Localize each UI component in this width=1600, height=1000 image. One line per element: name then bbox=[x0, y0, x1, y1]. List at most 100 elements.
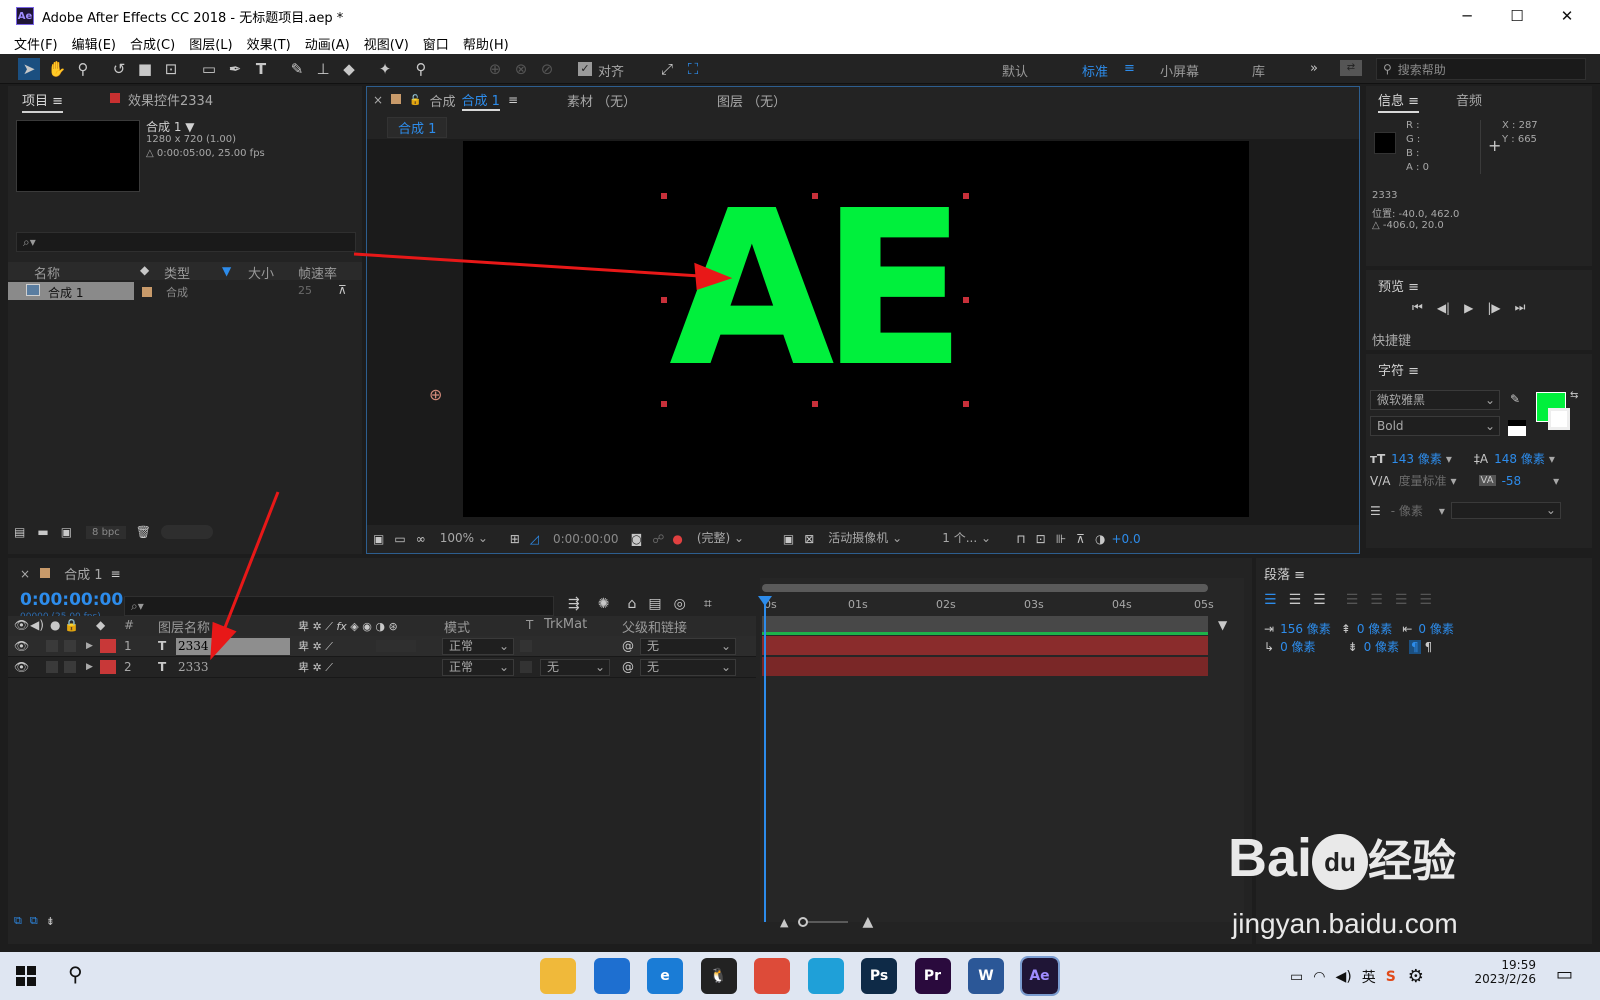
next-frame-icon[interactable]: |▶ bbox=[1487, 301, 1500, 315]
canvas-text-layer[interactable]: AE bbox=[669, 183, 967, 397]
workspace-overflow-icon[interactable]: » bbox=[1310, 61, 1318, 76]
resolution-select[interactable]: (完整) ⌄ bbox=[691, 531, 777, 548]
menu-file[interactable]: 文件(F) bbox=[14, 34, 58, 53]
menu-edit[interactable]: 编辑(E) bbox=[72, 34, 116, 53]
align-center-icon[interactable]: ☰ bbox=[1289, 592, 1302, 608]
viewer-timecode[interactable]: 0:00:00:00 bbox=[553, 532, 619, 546]
shortcuts-label[interactable]: 快捷键 bbox=[1372, 330, 1411, 349]
taskbar-premiere-icon[interactable]: Pr bbox=[914, 958, 951, 994]
chevron-down-icon[interactable]: ▾ bbox=[1549, 452, 1555, 466]
playhead-icon[interactable] bbox=[758, 596, 772, 606]
stroke-width-value[interactable]: - 像素 bbox=[1391, 502, 1423, 519]
transform-handle[interactable] bbox=[661, 401, 667, 407]
kerning-value[interactable]: 度量标准 bbox=[1398, 472, 1446, 489]
graph-editor-icon[interactable]: ⌗ bbox=[704, 596, 712, 612]
label-tag-icon[interactable]: ◆ bbox=[140, 263, 149, 277]
tab-footage[interactable]: 素材 （无） bbox=[567, 91, 636, 110]
search-icon[interactable]: ⚲ bbox=[68, 962, 83, 986]
zoom-select[interactable]: 100% ⌄ bbox=[434, 531, 504, 548]
taskbar-after-effects-icon[interactable]: Ae bbox=[1019, 956, 1060, 996]
layer-row[interactable]: 👁 ▶ 1 T 2334 卑 ✲ ⟋ 正常 ⌄ @ 无 ⌄ bbox=[8, 636, 756, 657]
zoom-in-icon[interactable]: ▲ bbox=[862, 914, 873, 930]
menu-layer[interactable]: 图层(L) bbox=[189, 34, 232, 53]
tab-layer[interactable]: 图层 （无） bbox=[717, 91, 786, 110]
exposure-value[interactable]: +0.0 bbox=[1111, 532, 1140, 546]
menu-view[interactable]: 视图(V) bbox=[364, 34, 409, 53]
clock[interactable]: 19:59 2023/2/26 bbox=[1466, 958, 1536, 986]
col-trkmat[interactable]: TrkMat bbox=[544, 617, 587, 632]
close-button[interactable]: ✕ bbox=[1544, 0, 1590, 32]
project-item-row[interactable]: 合成 1 合成 25 ⊼ bbox=[8, 282, 362, 300]
layer-bar-2[interactable] bbox=[762, 657, 1208, 676]
justify-all-icon[interactable]: ☰ bbox=[1419, 592, 1432, 608]
align-left-icon[interactable]: ☰ bbox=[1264, 592, 1277, 608]
font-family-select[interactable]: 微软雅黑 ⌄ bbox=[1370, 390, 1500, 410]
taskbar-edge-legacy-icon[interactable]: e bbox=[647, 958, 683, 994]
pick-whip-icon[interactable]: @ bbox=[622, 636, 634, 657]
chevron-down-icon[interactable]: ▾ bbox=[1446, 452, 1452, 466]
region-interest-icon[interactable]: ◿ bbox=[530, 532, 539, 546]
toggle-switches-icon[interactable]: ⧉ bbox=[14, 914, 22, 928]
taskbar-edge-icon[interactable] bbox=[807, 958, 844, 994]
snap-edge-icon[interactable]: ⤢ bbox=[656, 58, 678, 80]
workspace-sync-icon[interactable]: ⇄ bbox=[1340, 60, 1362, 76]
snapshot-icon[interactable]: ◙ bbox=[631, 532, 643, 546]
tab-effect-controls[interactable]: 效果控件2334 bbox=[128, 90, 213, 109]
help-search-placeholder[interactable]: 搜索帮助 bbox=[1398, 61, 1446, 78]
parent-select[interactable]: 无 ⌄ bbox=[640, 659, 736, 676]
play-icon[interactable]: ▶ bbox=[1464, 301, 1473, 315]
help-search-box[interactable]: ⚲ 搜索帮助 bbox=[1376, 58, 1586, 80]
font-size-value[interactable]: 143 像素 bbox=[1391, 450, 1442, 467]
motion-blur-icon[interactable]: ◎ bbox=[674, 596, 686, 612]
space-after-value[interactable]: 0 像素 bbox=[1364, 638, 1399, 655]
toggle-in-out-icon[interactable]: ⇟ bbox=[46, 915, 55, 928]
rectangle-tool-icon[interactable]: ▭ bbox=[198, 58, 220, 80]
comp-flowchart-icon[interactable]: ⇶ bbox=[568, 596, 580, 612]
taskbar-search-app-icon[interactable] bbox=[593, 958, 630, 994]
flowchart-icon[interactable]: ⊼ bbox=[1076, 532, 1085, 546]
tab-project[interactable]: 项目 ≡ bbox=[22, 90, 64, 113]
sogou-input-icon[interactable]: S bbox=[1386, 969, 1396, 985]
toggle-pixel-icon[interactable]: ⊓ bbox=[1016, 532, 1025, 546]
chevron-down-icon[interactable]: ▾ bbox=[1439, 504, 1445, 518]
flowchart-icon[interactable]: ⊼ bbox=[338, 283, 347, 297]
comp-breadcrumb[interactable]: 合成 1 bbox=[387, 117, 448, 138]
taskbar-photoshop-icon[interactable]: Ps bbox=[861, 958, 897, 994]
transform-handle[interactable] bbox=[812, 193, 818, 199]
parent-select[interactable]: 无 ⌄ bbox=[640, 638, 736, 655]
frame-blending-icon[interactable]: ▤ bbox=[648, 596, 661, 612]
hand-tool-icon[interactable]: ✋ bbox=[46, 58, 68, 80]
chevron-down-icon[interactable]: ▾ bbox=[1450, 474, 1456, 488]
menu-window[interactable]: 窗口 bbox=[423, 34, 449, 53]
zoom-tool-icon[interactable]: ⚲ bbox=[72, 58, 94, 80]
align-right-icon[interactable]: ☰ bbox=[1313, 592, 1326, 608]
timeline-timecode[interactable]: 0:00:00:00 bbox=[20, 590, 123, 610]
layer-name[interactable]: 2333 bbox=[178, 657, 209, 678]
transform-handle[interactable] bbox=[963, 297, 969, 303]
visibility-col-icon[interactable]: 👁 bbox=[14, 618, 29, 632]
col-layer-name[interactable]: 图层名称 bbox=[158, 617, 210, 636]
no-fill-icon[interactable] bbox=[1508, 420, 1526, 436]
axis-world-icon[interactable]: ⊗ bbox=[510, 58, 532, 80]
layer-switches[interactable]: 卑 ✲ ⟋ bbox=[298, 657, 333, 678]
col-size[interactable]: 大小 bbox=[248, 263, 274, 282]
new-folder-icon[interactable]: ▬ bbox=[37, 525, 48, 539]
rtl-direction-icon[interactable]: ¶ bbox=[1425, 640, 1433, 654]
comp-tab[interactable]: × 🔓 合成 合成 1 ≡ bbox=[373, 89, 518, 111]
space-before-value[interactable]: 0 像素 bbox=[1357, 620, 1392, 637]
trash-icon[interactable]: 🗑 bbox=[136, 525, 151, 539]
visibility-eye-icon[interactable]: 👁 bbox=[14, 657, 29, 678]
clone-stamp-tool-icon[interactable]: ⊥ bbox=[312, 58, 334, 80]
rotate-tool-icon[interactable]: ↺ bbox=[108, 58, 130, 80]
lock-col-icon[interactable]: 🔒 bbox=[64, 618, 79, 632]
axis-local-icon[interactable]: ⊕ bbox=[484, 58, 506, 80]
timeline-icon[interactable]: ⊪ bbox=[1056, 532, 1066, 546]
notification-icon[interactable]: ▭ bbox=[1556, 964, 1573, 985]
camera-select[interactable]: 活动摄像机 ⌄ bbox=[822, 531, 930, 548]
lock-icon[interactable]: 🔓 bbox=[409, 95, 421, 106]
views-select[interactable]: 1 个... ⌄ bbox=[936, 531, 1012, 548]
taskbar-file-explorer-icon[interactable] bbox=[540, 958, 576, 994]
transform-handle[interactable] bbox=[812, 401, 818, 407]
monitor-icon[interactable]: ▭ bbox=[394, 532, 405, 546]
workspace-library[interactable]: 库 bbox=[1252, 61, 1265, 80]
